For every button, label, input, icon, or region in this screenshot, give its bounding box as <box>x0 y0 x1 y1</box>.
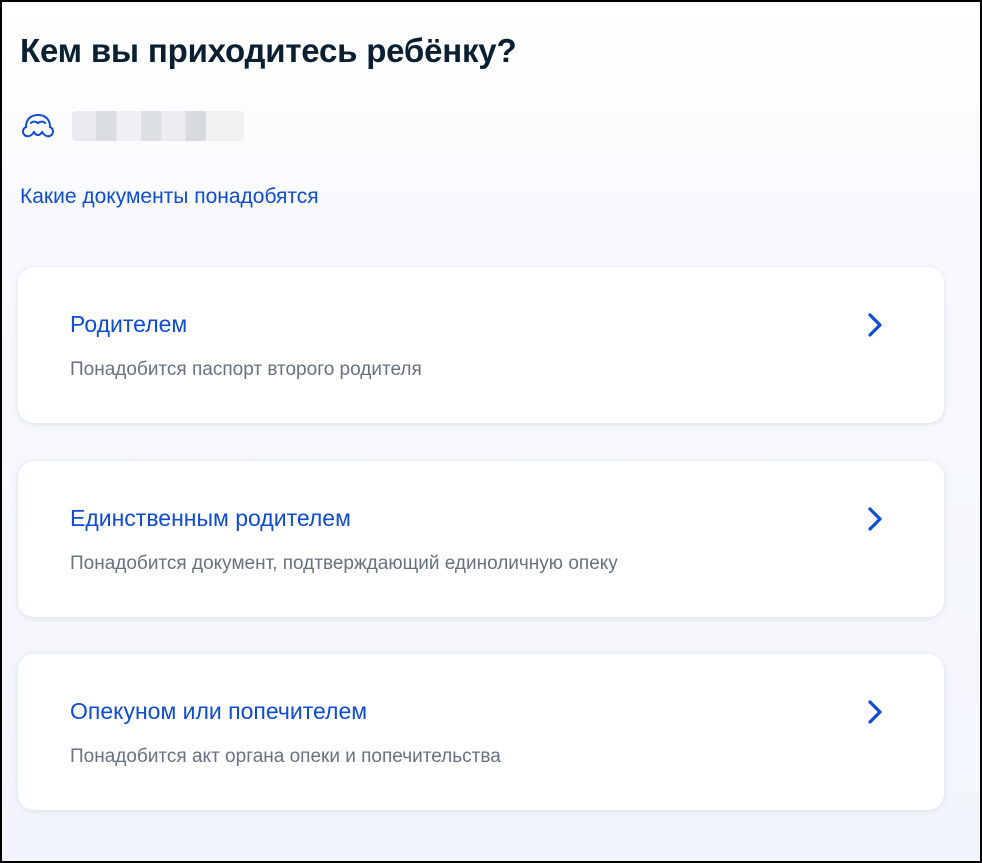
page-frame: Кем вы приходитесь ребёнку? Какие докуме… <box>0 0 982 863</box>
chevron-right-icon <box>868 313 882 337</box>
option-title: Опекуном или попечителем <box>70 698 368 724</box>
option-subtitle: Понадобится акт органа опеки и попечител… <box>70 746 501 767</box>
option-subtitle: Понадобится документ, подтверждающий еди… <box>70 553 618 574</box>
option-title: Единственным родителем <box>70 505 351 531</box>
child-row <box>18 108 244 144</box>
option-subtitle: Понадобится паспорт второго родителя <box>70 359 422 380</box>
option-card-single-parent[interactable]: Единственным родителем Понадобится докум… <box>18 461 944 617</box>
option-card-guardian[interactable]: Опекуном или попечителем Понадобится акт… <box>18 654 944 810</box>
chevron-right-icon <box>868 507 882 531</box>
option-title: Родителем <box>70 311 188 337</box>
chevron-right-icon <box>868 700 882 724</box>
page-title: Кем вы приходитесь ребёнку? <box>20 32 517 69</box>
child-name-blurred <box>72 111 244 141</box>
documents-needed-link[interactable]: Какие документы понадобятся <box>20 185 319 209</box>
child-face-icon <box>18 108 58 144</box>
option-card-parent[interactable]: Родителем Понадобится паспорт второго ро… <box>18 267 944 423</box>
